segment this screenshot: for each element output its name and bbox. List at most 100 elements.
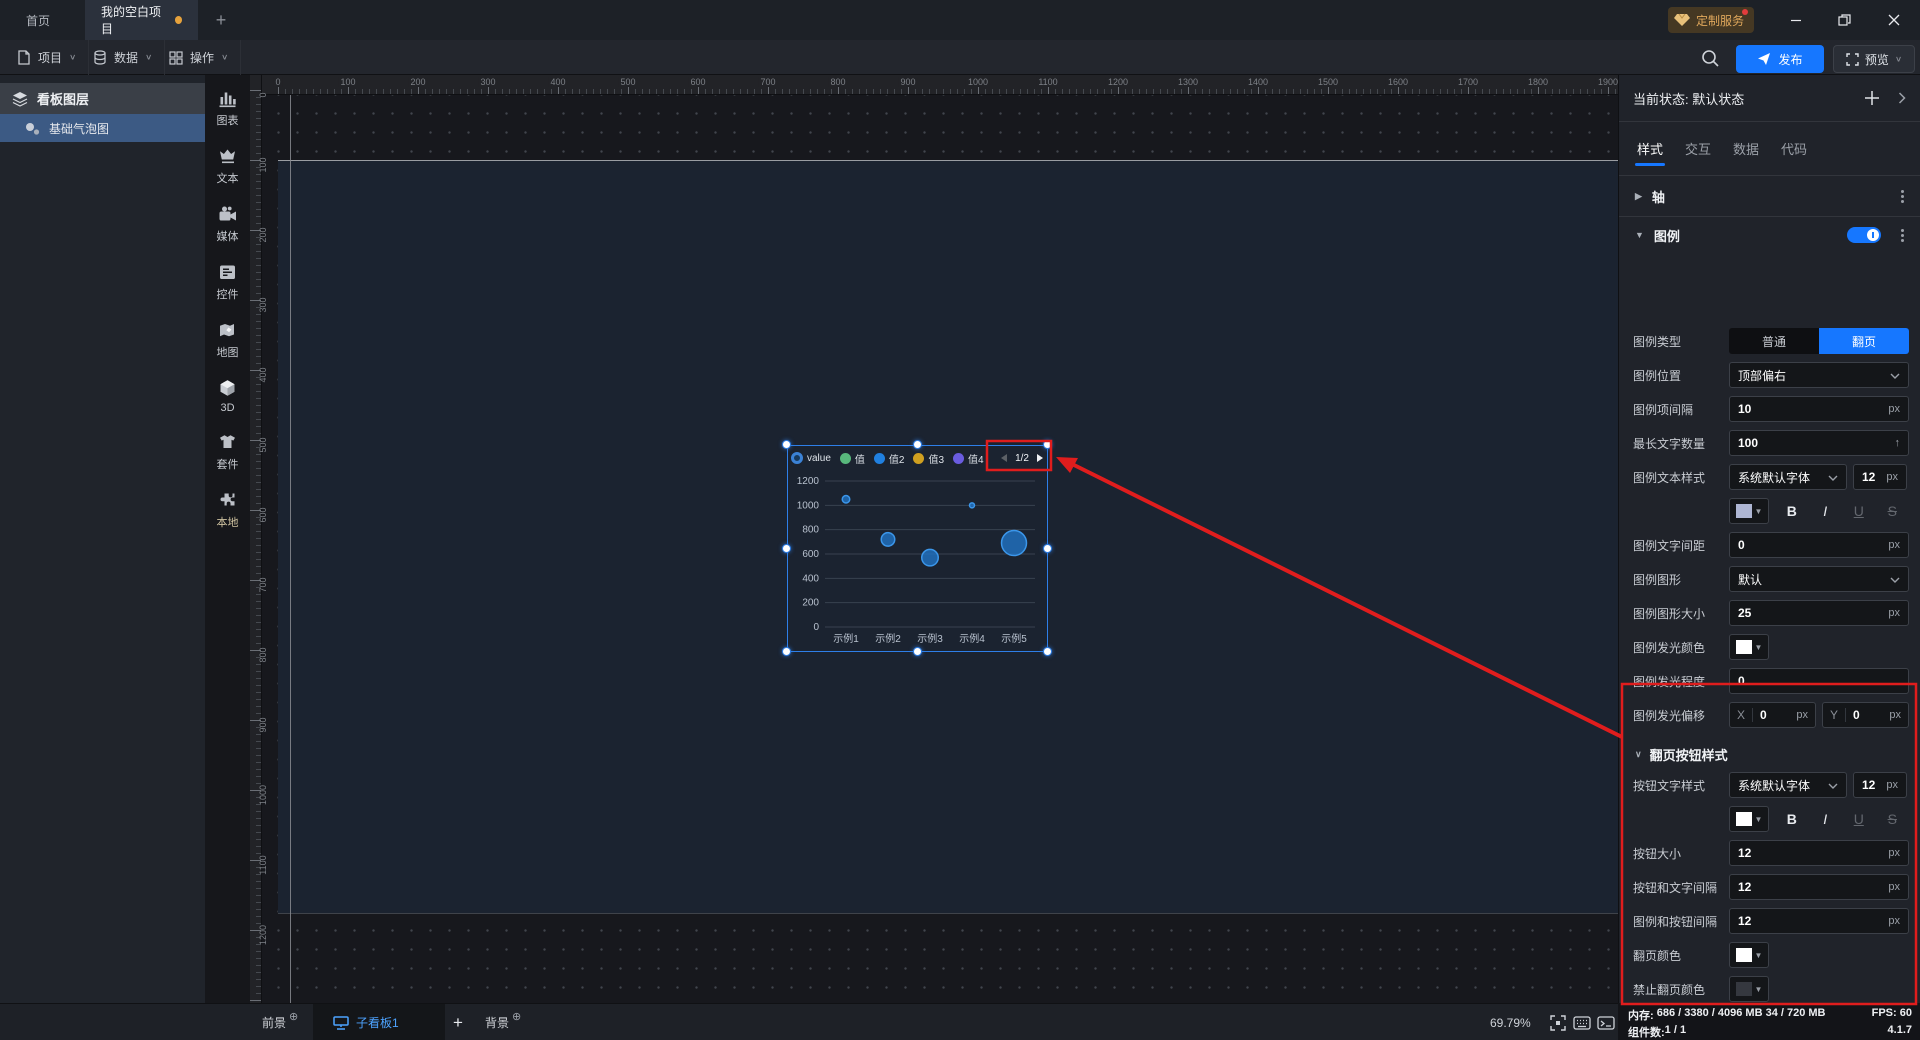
- color-swatch[interactable]: ▼: [1729, 976, 1769, 1002]
- inspector-tab-2[interactable]: 数据: [1733, 131, 1759, 166]
- selection-handle[interactable]: [782, 543, 791, 553]
- ruler-label: 1300: [1175, 77, 1201, 87]
- selection-handle[interactable]: [1043, 647, 1052, 656]
- ruler-label: 1800: [1525, 77, 1551, 87]
- number-input[interactable]: 0: [1729, 668, 1909, 694]
- new-tab-button[interactable]: +: [210, 9, 232, 31]
- selection-handle[interactable]: [912, 440, 922, 449]
- svg-text:示例4: 示例4: [959, 632, 985, 645]
- bubble-chart-component[interactable]: value 值值2 值3 值4 1/2 0 200 400 600 800 1000 1200 示例…: [782, 440, 1052, 656]
- dock-item-4[interactable]: 地图: [205, 319, 250, 360]
- add-state-icon[interactable]: [1864, 90, 1880, 106]
- number-input[interactable]: 25 px: [1729, 600, 1909, 626]
- console-icon[interactable]: [1596, 1013, 1616, 1033]
- svg-text:示例3: 示例3: [917, 632, 943, 645]
- legend-toggle[interactable]: [1847, 227, 1881, 243]
- italic-button[interactable]: I: [1809, 811, 1843, 827]
- background-button[interactable]: 背景 ⊕: [485, 1004, 521, 1040]
- kebab-menu-icon[interactable]: [1901, 189, 1904, 203]
- font-color-swatch[interactable]: ▼: [1729, 498, 1769, 524]
- layer-item-bubble-chart[interactable]: 基础气泡图: [0, 114, 205, 142]
- property-row: 图例图形 默认: [1619, 566, 1920, 592]
- number-input[interactable]: 12 px: [1729, 874, 1909, 900]
- maximize-button[interactable]: [1822, 0, 1866, 40]
- dock-item-6[interactable]: 套件: [205, 431, 250, 472]
- selection-handle[interactable]: [782, 440, 791, 449]
- section-axis[interactable]: ▶ 轴: [1619, 176, 1920, 217]
- canvas[interactable]: value 值值2 值3 值4 1/2 0 200 400 600 800 1000 1200 示例…: [250, 75, 1618, 1003]
- section-legend[interactable]: ▼ 图例: [1619, 217, 1920, 253]
- segment-option-0[interactable]: 普通: [1729, 328, 1819, 354]
- fps-label: FPS:: [1871, 1007, 1897, 1019]
- property-row: 按钮和文字间隔 12 px: [1619, 874, 1920, 900]
- font-color-swatch[interactable]: ▼: [1729, 806, 1769, 832]
- vertical-ruler: -100010020030040050060070080090010001100…: [250, 75, 268, 1003]
- menu-operate[interactable]: 操作 ∨: [157, 40, 242, 75]
- strikethrough-button[interactable]: S: [1876, 503, 1910, 519]
- color-swatch[interactable]: ▼: [1729, 942, 1769, 968]
- offset-x-input[interactable]: X 0 px: [1729, 702, 1816, 728]
- bold-button[interactable]: B: [1775, 811, 1809, 827]
- zoom-level[interactable]: 69.79%: [1490, 1004, 1531, 1040]
- offset-y-input[interactable]: Y 0 px: [1822, 702, 1909, 728]
- ruler-label: 1100: [1036, 77, 1060, 87]
- canvas-workarea[interactable]: value 值值2 值3 值4 1/2 0 200 400 600 800 1000 1200 示例…: [262, 95, 1618, 1003]
- add-board-button[interactable]: +: [453, 1004, 463, 1040]
- dock-item-3[interactable]: 控件: [205, 261, 250, 302]
- color-swatch[interactable]: ▼: [1729, 634, 1769, 660]
- font-select[interactable]: 系统默认字体: [1729, 464, 1847, 490]
- selection-handle[interactable]: [782, 647, 791, 656]
- dock-item-1[interactable]: 文本: [205, 145, 250, 186]
- selection-handle[interactable]: [1043, 440, 1052, 449]
- strikethrough-button[interactable]: S: [1876, 811, 1910, 827]
- add-background-icon[interactable]: ⊕: [512, 1010, 521, 1023]
- custom-service-badge[interactable]: 定制服务: [1668, 7, 1755, 33]
- keyboard-shortcuts-icon[interactable]: [1572, 1013, 1592, 1033]
- ruler-label: 1400: [1245, 77, 1271, 87]
- underline-button[interactable]: U: [1842, 503, 1876, 519]
- font-size-input[interactable]: 12 px: [1853, 772, 1907, 798]
- font-select[interactable]: 系统默认字体: [1729, 772, 1847, 798]
- arrow-up-icon[interactable]: ↑: [1895, 437, 1901, 449]
- inspector-tab-3[interactable]: 代码: [1781, 131, 1807, 166]
- preview-button[interactable]: 预览 ∨: [1833, 45, 1915, 73]
- dock-item-0[interactable]: 图表: [205, 87, 250, 128]
- foreground-button[interactable]: 前景 ⊕: [262, 1004, 298, 1040]
- inspector-tab-1[interactable]: 交互: [1685, 131, 1711, 166]
- ruler-label: 1700: [1455, 77, 1481, 87]
- search-icon[interactable]: [1700, 48, 1722, 70]
- italic-button[interactable]: I: [1809, 503, 1843, 519]
- number-input[interactable]: 12 px: [1729, 840, 1909, 866]
- dock-item-2[interactable]: 媒体: [205, 203, 250, 244]
- bold-button[interactable]: B: [1775, 503, 1809, 519]
- menu-project[interactable]: 项目 ∨: [5, 40, 90, 75]
- minimize-button[interactable]: [1774, 0, 1818, 40]
- ruler-label: 400: [258, 367, 268, 383]
- fit-screen-icon[interactable]: [1548, 1013, 1568, 1033]
- add-foreground-icon[interactable]: ⊕: [289, 1010, 298, 1023]
- publish-button[interactable]: 发布: [1736, 45, 1824, 73]
- selection-handle[interactable]: [1043, 543, 1052, 553]
- number-input[interactable]: 0 px: [1729, 532, 1909, 558]
- subboard-tab[interactable]: 子看板1: [313, 1004, 445, 1040]
- underline-button[interactable]: U: [1842, 811, 1876, 827]
- select-field[interactable]: 顶部偏右: [1729, 362, 1909, 388]
- section-pager-button-style[interactable]: ∨ 翻页按钮样式: [1619, 740, 1920, 768]
- number-input[interactable]: 100 ↑: [1729, 430, 1909, 456]
- close-button[interactable]: [1872, 0, 1916, 40]
- selection-handle[interactable]: [912, 647, 922, 656]
- segment-option-1[interactable]: 翻页: [1819, 328, 1909, 354]
- number-input[interactable]: 12 px: [1729, 908, 1909, 934]
- select-field[interactable]: 默认: [1729, 566, 1909, 592]
- dock-item-5[interactable]: 3D: [205, 377, 250, 414]
- kebab-menu-icon[interactable]: [1901, 228, 1904, 242]
- inspector-tab-0[interactable]: 样式: [1634, 131, 1666, 166]
- menu-data[interactable]: 数据 ∨: [81, 40, 166, 75]
- number-input[interactable]: 10 px: [1729, 396, 1909, 422]
- tab-project[interactable]: 我的空白项目: [85, 0, 198, 40]
- font-size-input[interactable]: 12 px: [1853, 464, 1907, 490]
- expand-states-icon[interactable]: [1898, 92, 1906, 104]
- horizontal-ruler: 0 100 200 300 400 500 600 700 800 900 1000 1100 1200…: [262, 75, 1618, 95]
- tab-home[interactable]: 首页: [10, 0, 66, 40]
- dock-item-7[interactable]: 本地: [205, 489, 250, 530]
